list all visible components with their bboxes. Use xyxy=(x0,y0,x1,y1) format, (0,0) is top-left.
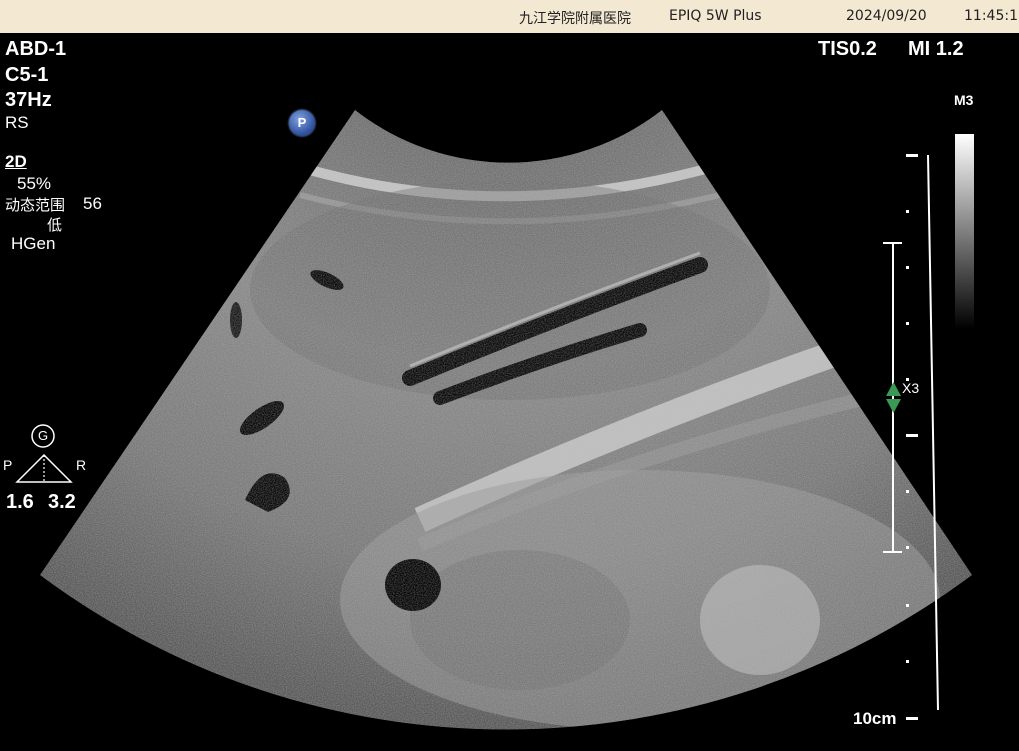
focus-up-arrow xyxy=(886,382,901,396)
ultrasound-image xyxy=(15,110,972,730)
resolution-label: RS xyxy=(5,113,29,132)
depth-label: 10cm xyxy=(853,709,897,728)
mode-label: 2D xyxy=(5,152,27,171)
focus-down-arrow xyxy=(886,399,901,413)
hospital-name: 九江学院附属医院 xyxy=(519,11,631,27)
harmonic-label: HGen xyxy=(11,234,56,253)
preset-label: ABD-1 xyxy=(5,38,67,60)
orientation-p-value: 1.6 xyxy=(6,491,34,513)
exam-time: 11:45:17 xyxy=(964,8,1019,24)
orientation-g-label: G xyxy=(38,428,49,443)
probe-label: C5-1 xyxy=(5,64,49,86)
dynamic-range-value: 56 xyxy=(83,194,102,213)
depth-scale-line xyxy=(927,154,939,711)
tis-label: TIS0.2 xyxy=(818,38,877,60)
mi-label: MI 1.2 xyxy=(908,38,964,60)
dynamic-range-label: 动态范围 xyxy=(5,196,66,214)
focus-marker-label: X3 xyxy=(902,380,920,396)
frequency-label: 37Hz xyxy=(5,89,52,111)
probe-position-badge: P xyxy=(289,110,315,136)
header-bar: 九江学院附属医院 EPIQ 5W Plus 2024/09/20 11:45:1… xyxy=(0,0,1019,33)
map-label: M3 xyxy=(954,92,974,108)
gain-label: 55% xyxy=(17,174,52,193)
scan-sector xyxy=(40,110,972,730)
orientation-p-label: P xyxy=(3,457,13,473)
orientation-r-value: 3.2 xyxy=(48,491,76,513)
grayscale-map-bar xyxy=(955,134,974,329)
exam-date: 2024/09/20 xyxy=(846,8,927,24)
orientation-r-label: R xyxy=(76,457,87,473)
device-name: EPIQ 5W Plus xyxy=(669,8,762,24)
level-label: 低 xyxy=(47,216,63,234)
depth-ticks xyxy=(906,154,918,720)
